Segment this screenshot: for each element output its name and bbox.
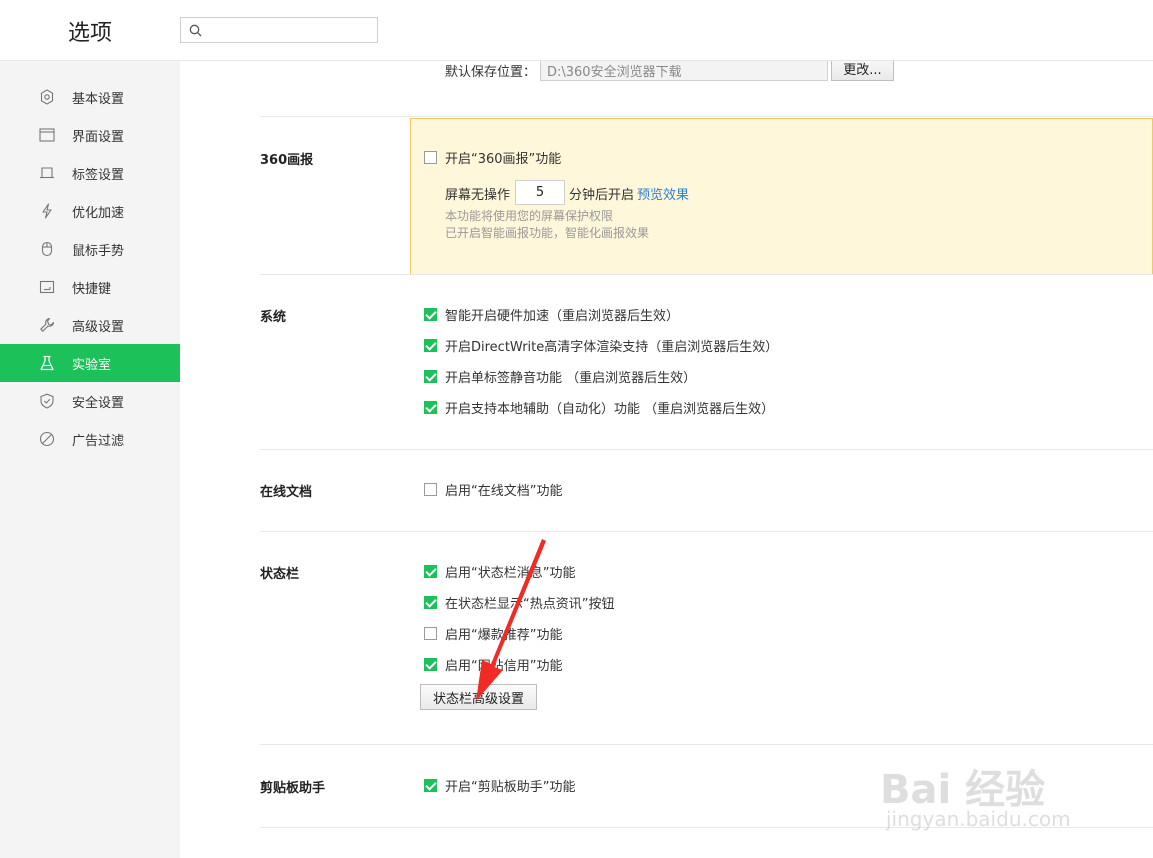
option-label: 启用“状态栏消息”功能 (445, 565, 576, 581)
sidebar-item-label: 实验室 (72, 358, 112, 373)
sidebar-item-label: 优化加速 (72, 206, 125, 221)
checkbox-checked[interactable] (424, 307, 437, 321)
section-title-huabao: 360画报 (260, 153, 314, 168)
option-label: 开启单标签静音功能 （重启浏览器后生效） (445, 370, 697, 386)
mouse-icon (41, 241, 53, 257)
change-path-button[interactable]: 更改... (831, 61, 894, 81)
system-option-hw-accel[interactable]: 智能开启硬件加速（重启浏览器后生效） (424, 305, 680, 324)
checkbox-checked[interactable] (424, 595, 437, 609)
huabao-note-smart: 已开启智能画报功能，智能化画报效果 (445, 226, 650, 240)
divider (260, 449, 1153, 450)
sidebar-item-label: 快捷键 (72, 282, 112, 297)
checkbox-checked[interactable] (424, 778, 437, 792)
block-icon (39, 431, 55, 447)
sidebar-item-lab[interactable]: 实验室 (0, 344, 180, 382)
option-label: 启用“在线文档”功能 (445, 483, 563, 499)
sidebar-item-security[interactable]: 安全设置 (0, 382, 180, 420)
checkbox-checked[interactable] (424, 564, 437, 578)
sidebar-item-label: 鼠标手势 (72, 244, 125, 259)
search-input[interactable] (207, 20, 376, 42)
sidebar-item-shortcuts[interactable]: 快捷键 (0, 268, 180, 306)
sidebar-item-adblock[interactable]: 广告过滤 (0, 420, 180, 458)
download-location-label: 默认保存位置： (445, 65, 537, 80)
sidebar-item-label: 界面设置 (72, 130, 125, 145)
checkbox-checked[interactable] (424, 369, 437, 383)
sidebar-item-mouse-gesture[interactable]: 鼠标手势 (0, 230, 180, 268)
sidebar-item-optimize[interactable]: 优化加速 (0, 192, 180, 230)
divider (260, 274, 1153, 275)
keyboard-icon (39, 280, 55, 294)
checkbox-checked[interactable] (424, 400, 437, 414)
page-title: 选项 (68, 21, 113, 46)
flask-icon (40, 355, 54, 371)
option-label: 开启“360画报”功能 (445, 151, 562, 167)
lightning-icon (42, 203, 52, 219)
search-icon (189, 24, 202, 37)
shield-icon (40, 393, 54, 409)
sidebar-item-label: 高级设置 (72, 320, 125, 335)
clipboard-option[interactable]: 开启“剪贴板助手”功能 (424, 776, 576, 795)
statusbar-option-recommend[interactable]: 启用“爆款推荐”功能 (424, 624, 563, 643)
system-option-automation[interactable]: 开启支持本地辅助（自动化）功能 （重启浏览器后生效） (424, 398, 775, 417)
option-label: 智能开启硬件加速（重启浏览器后生效） (445, 308, 680, 324)
sidebar-item-label: 广告过滤 (72, 434, 125, 449)
statusbar-option-site-credit[interactable]: 启用“网站信用”功能 (424, 655, 563, 674)
sidebar-item-tabs[interactable]: 标签设置 (0, 154, 180, 192)
sidebar-item-label: 安全设置 (72, 396, 125, 411)
system-option-tab-mute[interactable]: 开启单标签静音功能 （重启浏览器后生效） (424, 367, 697, 386)
huabao-note-permission: 本功能将使用您的屏幕保护权限 (445, 209, 614, 223)
window-icon (39, 128, 55, 142)
option-label: 开启支持本地辅助（自动化）功能 （重启浏览器后生效） (445, 401, 775, 417)
sidebar-item-basic[interactable]: 基本设置 (0, 78, 180, 116)
option-label: 启用“网站信用”功能 (445, 658, 563, 674)
divider (260, 827, 1153, 828)
checkbox-checked[interactable] (424, 338, 437, 352)
gear-icon (40, 89, 54, 105)
section-title-online-docs: 在线文档 (260, 485, 313, 500)
preview-effect-link[interactable]: 预览效果 (637, 184, 689, 203)
divider (260, 531, 1153, 532)
tab-icon (40, 167, 54, 179)
sidebar-item-label: 标签设置 (72, 168, 125, 183)
section-title-system: 系统 (260, 310, 287, 325)
huabao-enable-option[interactable]: 开启“360画报”功能 (424, 148, 562, 167)
option-label: 启用“爆款推荐”功能 (445, 627, 563, 643)
option-label: 开启DirectWrite高清字体渲染支持（重启浏览器后生效） (445, 339, 779, 355)
sidebar-item-label: 基本设置 (72, 92, 125, 107)
section-title-clipboard: 剪贴板助手 (260, 781, 326, 796)
idle-minutes-input[interactable]: 5 (515, 180, 565, 205)
section-title-statusbar: 状态栏 (260, 567, 300, 582)
download-path-field[interactable]: D:\360安全浏览器下载 (540, 61, 828, 81)
search-box[interactable] (180, 17, 378, 43)
idle-suffix-label: 分钟后开启 (569, 188, 635, 203)
huabao-checkbox[interactable] (424, 150, 437, 164)
wrench-icon (40, 317, 55, 332)
checkbox-unchecked[interactable] (424, 626, 437, 640)
sidebar: 基本设置 界面设置 标签设置 优化加速 鼠标手势 快捷键 高级设置 实验室 安全… (0, 61, 180, 858)
checkbox-unchecked[interactable] (424, 482, 437, 496)
settings-panel: 默认保存位置： D:\360安全浏览器下载 更改... 360画报 开启“360… (180, 61, 1153, 858)
header: 选项 (0, 0, 1153, 61)
option-label: 开启“剪贴板助手”功能 (445, 779, 576, 795)
divider (260, 116, 1153, 117)
idle-prefix-label: 屏幕无操作 (445, 188, 511, 203)
statusbar-advanced-button[interactable]: 状态栏高级设置 (420, 684, 537, 710)
sidebar-item-interface[interactable]: 界面设置 (0, 116, 180, 154)
system-option-directwrite[interactable]: 开启DirectWrite高清字体渲染支持（重启浏览器后生效） (424, 336, 779, 355)
statusbar-option-messages[interactable]: 启用“状态栏消息”功能 (424, 562, 576, 581)
sidebar-item-advanced[interactable]: 高级设置 (0, 306, 180, 344)
checkbox-checked[interactable] (424, 657, 437, 671)
divider (260, 744, 1153, 745)
statusbar-option-hot-news[interactable]: 在状态栏显示“热点资讯”按钮 (424, 593, 615, 612)
online-docs-option[interactable]: 启用“在线文档”功能 (424, 480, 563, 499)
option-label: 在状态栏显示“热点资讯”按钮 (445, 596, 615, 612)
